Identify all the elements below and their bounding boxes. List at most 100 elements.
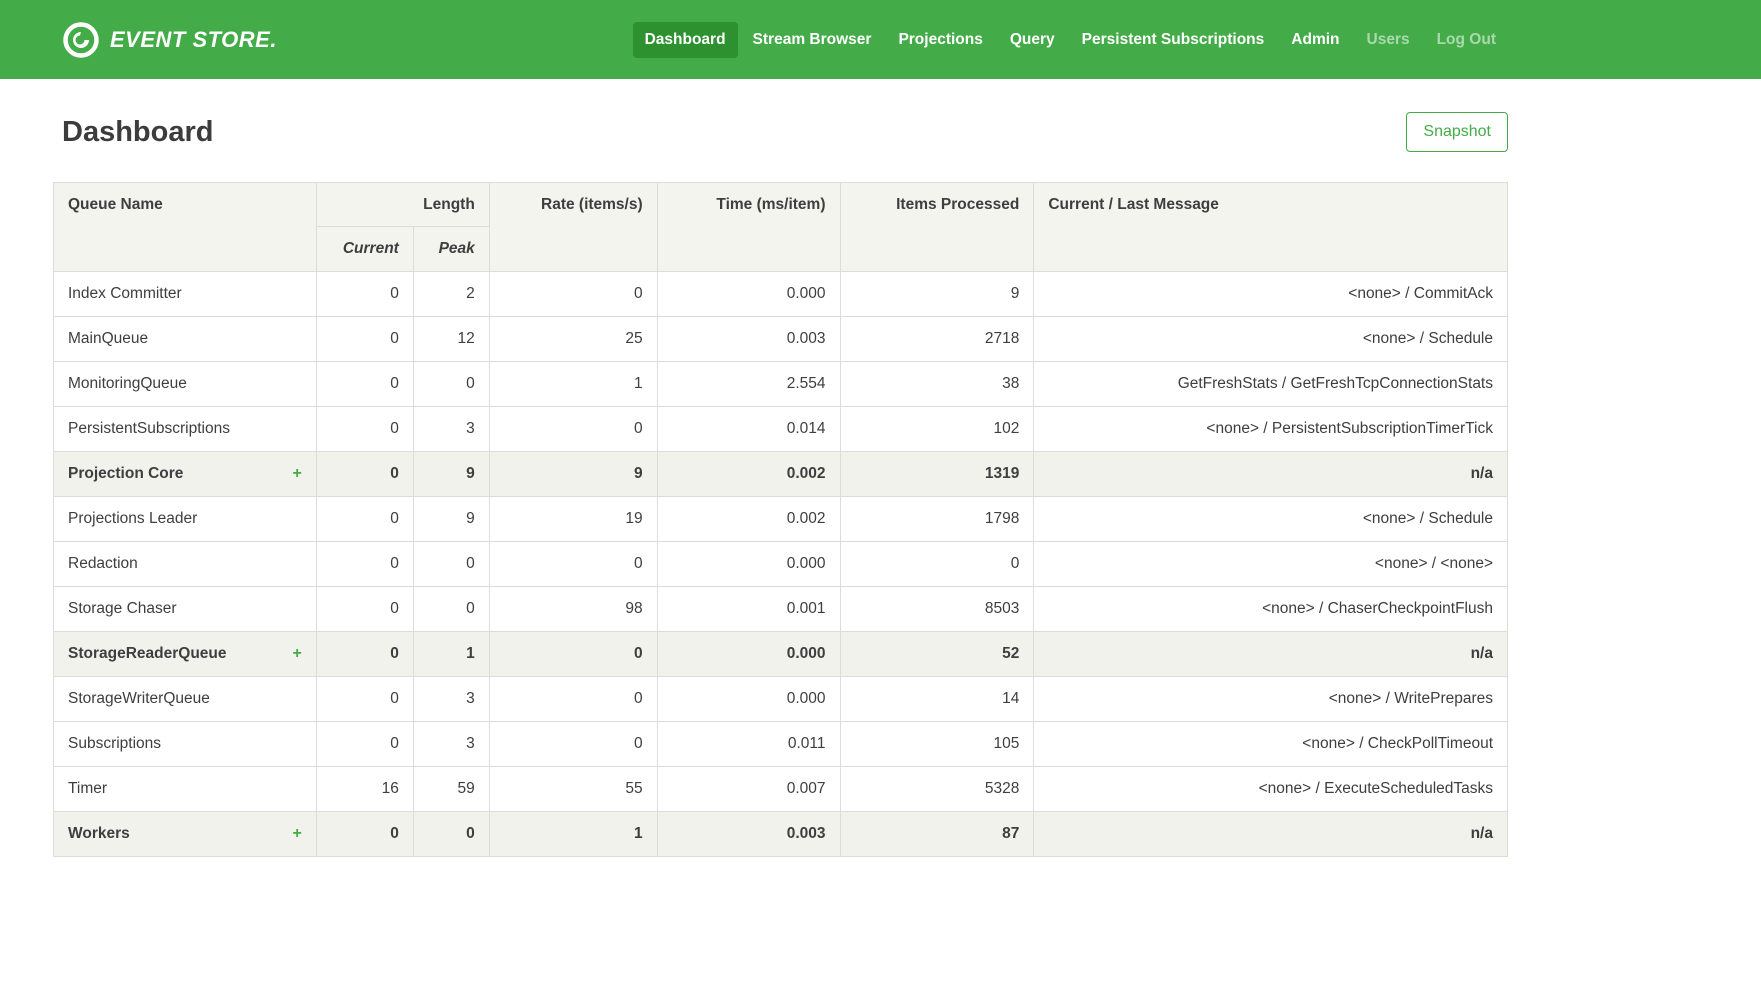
cell-current: 0: [316, 497, 413, 542]
nav-item-dashboard[interactable]: Dashboard: [633, 22, 738, 58]
cell-current: 0: [316, 317, 413, 362]
cell-rate: 0: [489, 407, 657, 452]
queue-group-row: +Projection Core0990.0021319n/a: [54, 452, 1508, 497]
main-nav: DashboardStream BrowserProjectionsQueryP…: [633, 22, 1508, 58]
queue-name-cell: + Workers: [54, 812, 317, 857]
queue-row: PersistentSubscriptions0300.014102<none>…: [54, 407, 1508, 452]
cell-items: 14: [840, 677, 1034, 722]
queue-name: Workers: [68, 825, 130, 842]
dashboard-page: Dashboard Snapshot Queue Name Length Rat…: [53, 112, 1508, 857]
cell-peak: 59: [413, 767, 489, 812]
cell-message: <none> / <none>: [1034, 542, 1508, 587]
cell-message: <none> / CommitAck: [1034, 272, 1508, 317]
queue-name: Projection Core: [68, 465, 183, 482]
queues-table-body: Index Committer0200.0009<none> / CommitA…: [54, 272, 1508, 857]
queue-name-cell: Redaction: [54, 542, 317, 587]
queue-name: Storage Chaser: [68, 600, 177, 617]
snapshot-button[interactable]: Snapshot: [1406, 112, 1508, 152]
cell-peak: 3: [413, 407, 489, 452]
cell-rate: 9: [489, 452, 657, 497]
page-header: Dashboard Snapshot: [53, 112, 1508, 152]
cell-time: 0.000: [657, 632, 840, 677]
cell-items: 0: [840, 542, 1034, 587]
cell-time: 0.003: [657, 812, 840, 857]
queue-name: PersistentSubscriptions: [68, 420, 230, 437]
page-title: Dashboard: [62, 116, 213, 149]
queue-row: StorageWriterQueue0300.00014<none> / Wri…: [54, 677, 1508, 722]
queue-name: MonitoringQueue: [68, 375, 187, 392]
cell-peak: 3: [413, 677, 489, 722]
cell-peak: 12: [413, 317, 489, 362]
col-header-peak: Peak: [413, 227, 489, 272]
col-header-queue-name: Queue Name: [54, 183, 317, 272]
nav-item-log-out[interactable]: Log Out: [1425, 22, 1508, 58]
cell-items: 102: [840, 407, 1034, 452]
cell-peak: 0: [413, 542, 489, 587]
cell-time: 0.000: [657, 542, 840, 587]
col-header-items-processed: Items Processed: [840, 183, 1034, 272]
nav-item-users[interactable]: Users: [1355, 22, 1422, 58]
brand-name: EVENT STORE.: [110, 27, 277, 53]
expand-group-icon[interactable]: +: [293, 465, 302, 483]
cell-current: 16: [316, 767, 413, 812]
cell-current: 0: [316, 632, 413, 677]
col-header-length: Length: [316, 183, 489, 227]
cell-time: 0.001: [657, 587, 840, 632]
cell-message: GetFreshStats / GetFreshTcpConnectionSta…: [1034, 362, 1508, 407]
expand-group-icon[interactable]: +: [293, 825, 302, 843]
cell-peak: 0: [413, 812, 489, 857]
queues-table: Queue Name Length Rate (items/s) Time (m…: [53, 182, 1508, 857]
cell-items: 5328: [840, 767, 1034, 812]
cell-peak: 9: [413, 497, 489, 542]
cell-time: 0.002: [657, 497, 840, 542]
cell-current: 0: [316, 677, 413, 722]
cell-time: 0.003: [657, 317, 840, 362]
cell-peak: 9: [413, 452, 489, 497]
cell-peak: 1: [413, 632, 489, 677]
queue-name: Redaction: [68, 555, 138, 572]
cell-rate: 25: [489, 317, 657, 362]
cell-peak: 2: [413, 272, 489, 317]
cell-rate: 0: [489, 542, 657, 587]
nav-item-projections[interactable]: Projections: [886, 22, 994, 58]
queue-group-row: +Workers0010.00387n/a: [54, 812, 1508, 857]
queue-name-cell: PersistentSubscriptions: [54, 407, 317, 452]
cell-rate: 0: [489, 722, 657, 767]
queue-name: Index Committer: [68, 285, 182, 302]
queue-name-cell: + Projection Core: [54, 452, 317, 497]
cell-rate: 55: [489, 767, 657, 812]
queue-name-cell: MonitoringQueue: [54, 362, 317, 407]
queue-name: MainQueue: [68, 330, 148, 347]
nav-item-persistent-subscriptions[interactable]: Persistent Subscriptions: [1070, 22, 1277, 58]
cell-rate: 19: [489, 497, 657, 542]
brand-logo-link[interactable]: EVENT STORE.: [62, 21, 277, 59]
queues-table-head: Queue Name Length Rate (items/s) Time (m…: [54, 183, 1508, 272]
col-header-current: Current: [316, 227, 413, 272]
col-header-message: Current / Last Message: [1034, 183, 1508, 272]
cell-message: <none> / CheckPollTimeout: [1034, 722, 1508, 767]
cell-message: <none> / WritePrepares: [1034, 677, 1508, 722]
cell-time: 0.002: [657, 452, 840, 497]
nav-item-query[interactable]: Query: [998, 22, 1067, 58]
cell-current: 0: [316, 362, 413, 407]
cell-items: 52: [840, 632, 1034, 677]
cell-rate: 1: [489, 812, 657, 857]
queue-row: MainQueue012250.0032718<none> / Schedule: [54, 317, 1508, 362]
queue-name: StorageWriterQueue: [68, 690, 210, 707]
cell-message: <none> / ChaserCheckpointFlush: [1034, 587, 1508, 632]
cell-time: 0.011: [657, 722, 840, 767]
cell-current: 0: [316, 272, 413, 317]
queue-name-cell: Storage Chaser: [54, 587, 317, 632]
cell-items: 9: [840, 272, 1034, 317]
queue-name: Projections Leader: [68, 510, 197, 527]
nav-item-admin[interactable]: Admin: [1279, 22, 1351, 58]
queue-row: Projections Leader09190.0021798<none> / …: [54, 497, 1508, 542]
expand-group-icon[interactable]: +: [293, 645, 302, 663]
nav-item-stream-browser[interactable]: Stream Browser: [741, 22, 884, 58]
cell-message: <none> / PersistentSubscriptionTimerTick: [1034, 407, 1508, 452]
cell-current: 0: [316, 812, 413, 857]
cell-message: <none> / Schedule: [1034, 317, 1508, 362]
queue-row: Subscriptions0300.011105<none> / CheckPo…: [54, 722, 1508, 767]
cell-current: 0: [316, 542, 413, 587]
cell-items: 1319: [840, 452, 1034, 497]
